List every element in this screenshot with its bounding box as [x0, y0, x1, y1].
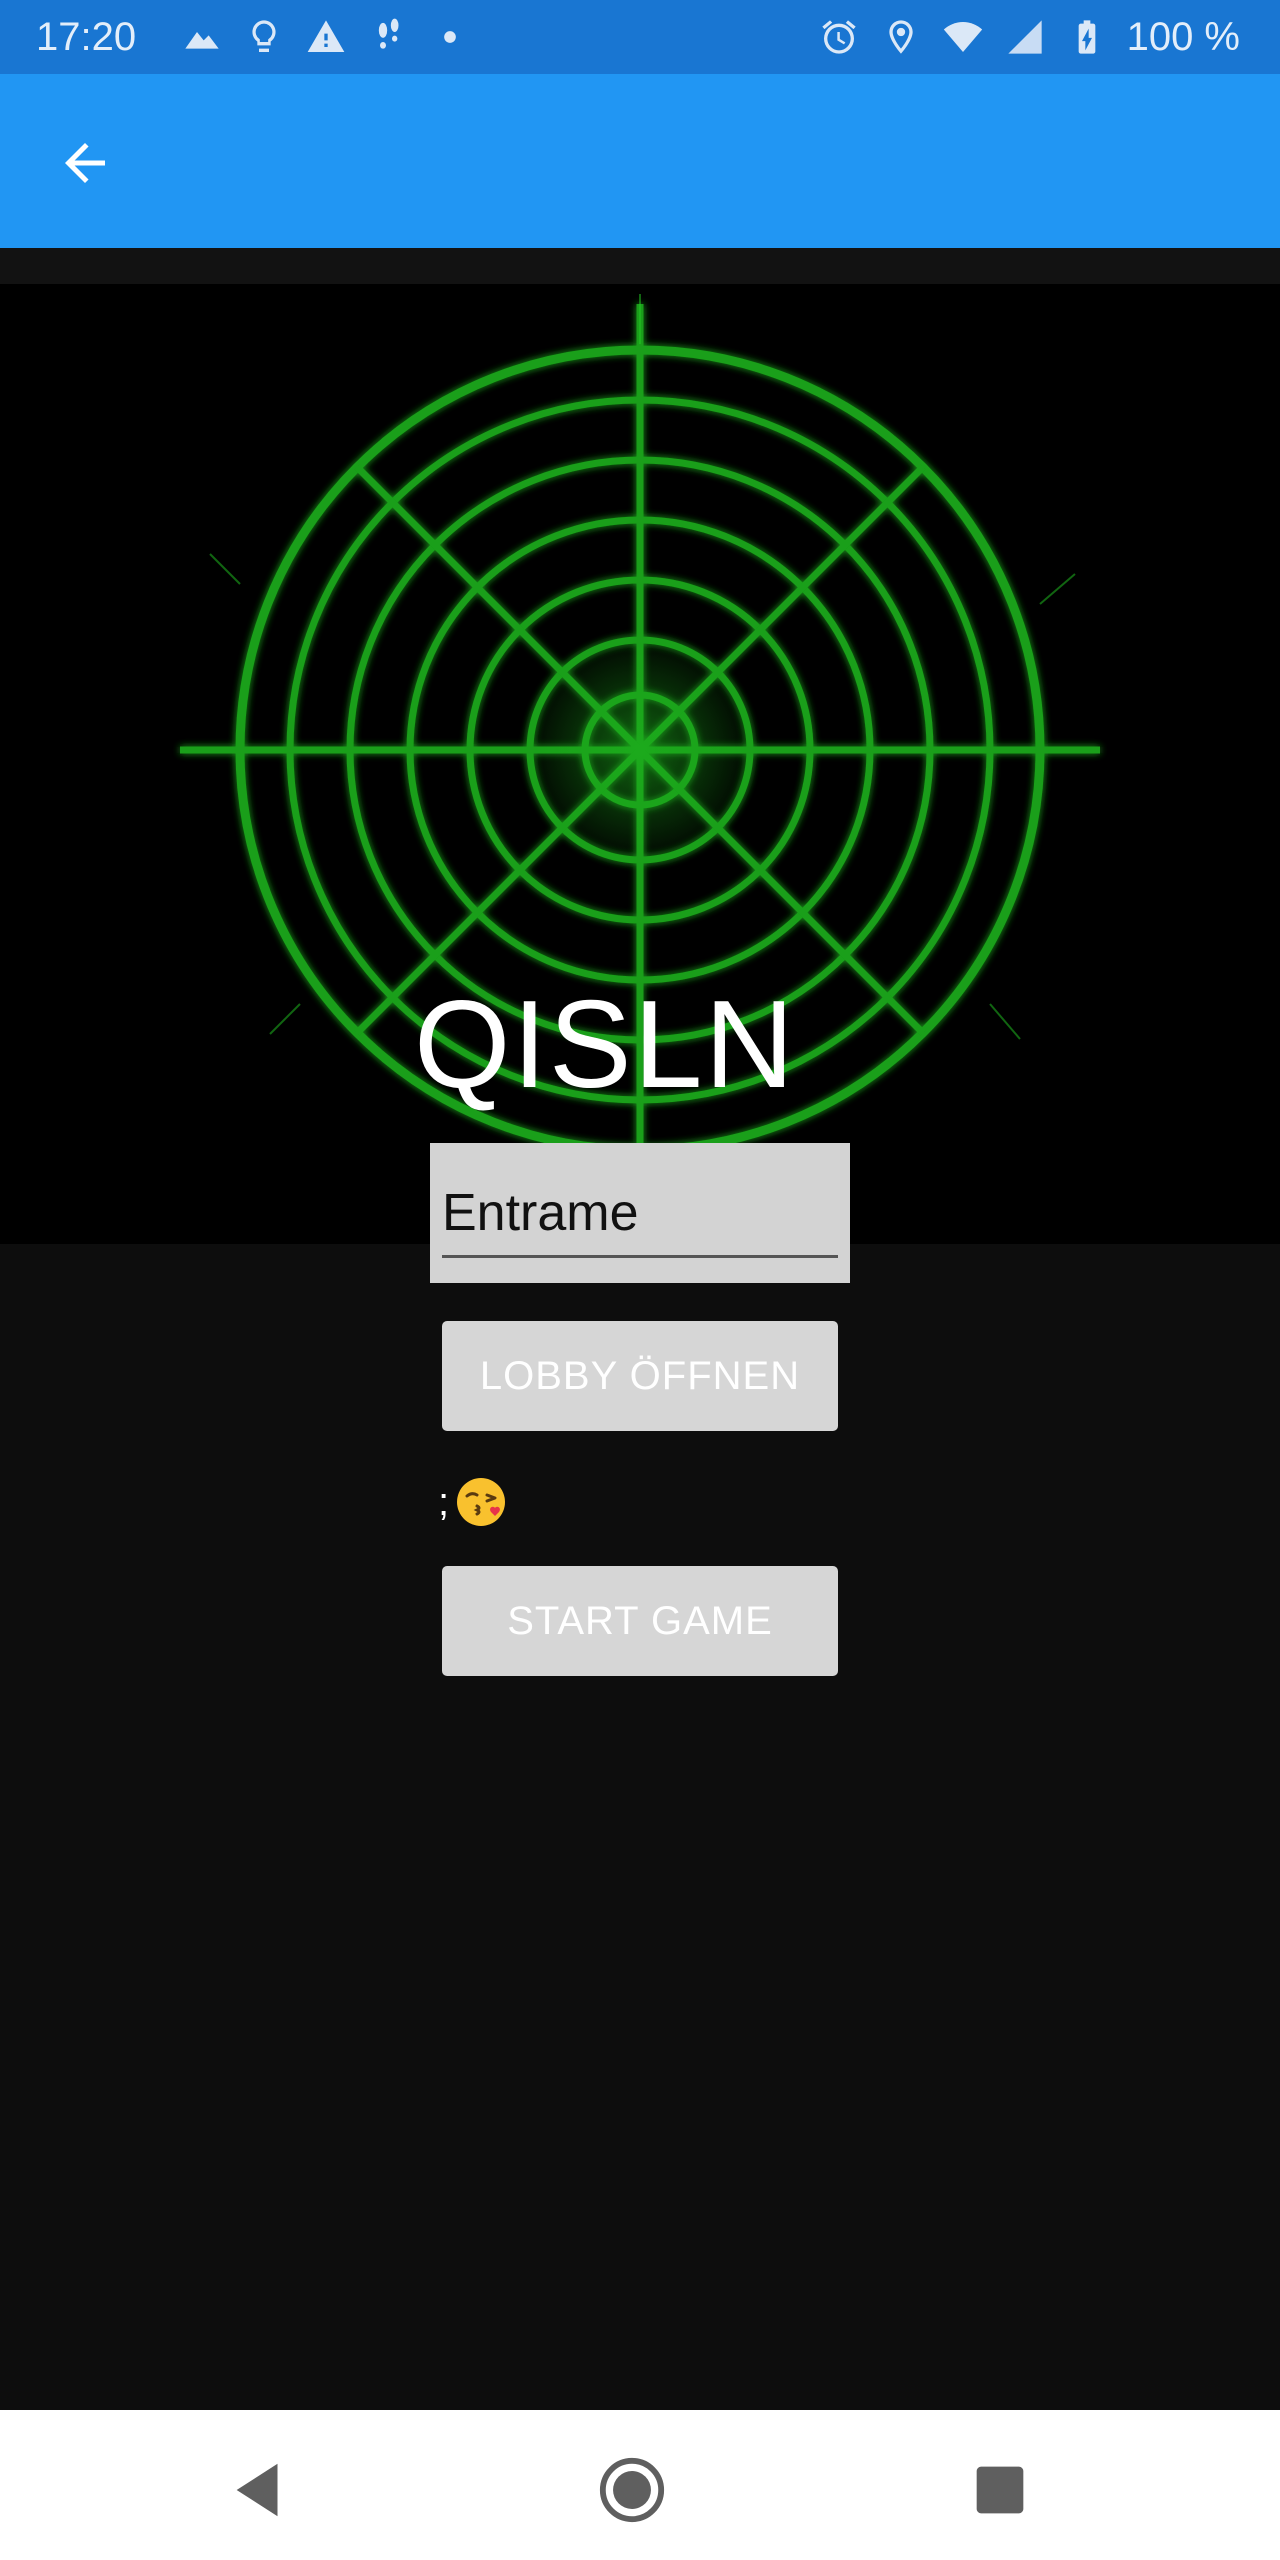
footsteps-icon [366, 15, 410, 59]
face-throwing-kiss-icon [455, 1476, 507, 1528]
back-button[interactable] [40, 118, 130, 208]
name-input[interactable] [442, 1183, 836, 1243]
nav-recents-button[interactable] [960, 2450, 1040, 2530]
app-bar [0, 74, 1280, 248]
recents-square-icon [965, 2455, 1035, 2525]
name-entry-container[interactable] [430, 1143, 850, 1283]
lightbulb-icon [242, 15, 286, 59]
nav-home-button[interactable] [592, 2450, 672, 2530]
input-underline [442, 1255, 838, 1258]
warning-icon [304, 15, 348, 59]
location-icon [879, 15, 923, 59]
status-text: ; [438, 1479, 450, 1524]
back-triangle-icon [225, 2455, 295, 2525]
app-title: QISLN [413, 976, 797, 1114]
mountain-icon [180, 15, 224, 59]
system-icons: 100 % [817, 12, 1240, 62]
signal-icon [1003, 15, 1047, 59]
alarm-icon [817, 15, 861, 59]
open-lobby-button[interactable]: LOBBY ÖFFNEN [442, 1321, 838, 1431]
status-time: 17:20 [36, 15, 137, 59]
dot-icon [428, 15, 472, 59]
nav-back-button[interactable] [220, 2450, 300, 2530]
wifi-icon [941, 15, 985, 59]
arrow-left-icon [55, 133, 115, 193]
header-divider-strip [0, 248, 1280, 284]
status-line: ; [438, 1470, 507, 1534]
notification-icons [180, 12, 472, 62]
battery-percentage: 100 % [1126, 14, 1240, 59]
status-bar: 17:20 100 % [0, 0, 1280, 74]
start-game-button[interactable]: START GAME [442, 1566, 838, 1676]
system-navigation-bar [0, 2410, 1280, 2560]
battery-icon [1065, 15, 1109, 59]
home-circle-icon [597, 2455, 667, 2525]
